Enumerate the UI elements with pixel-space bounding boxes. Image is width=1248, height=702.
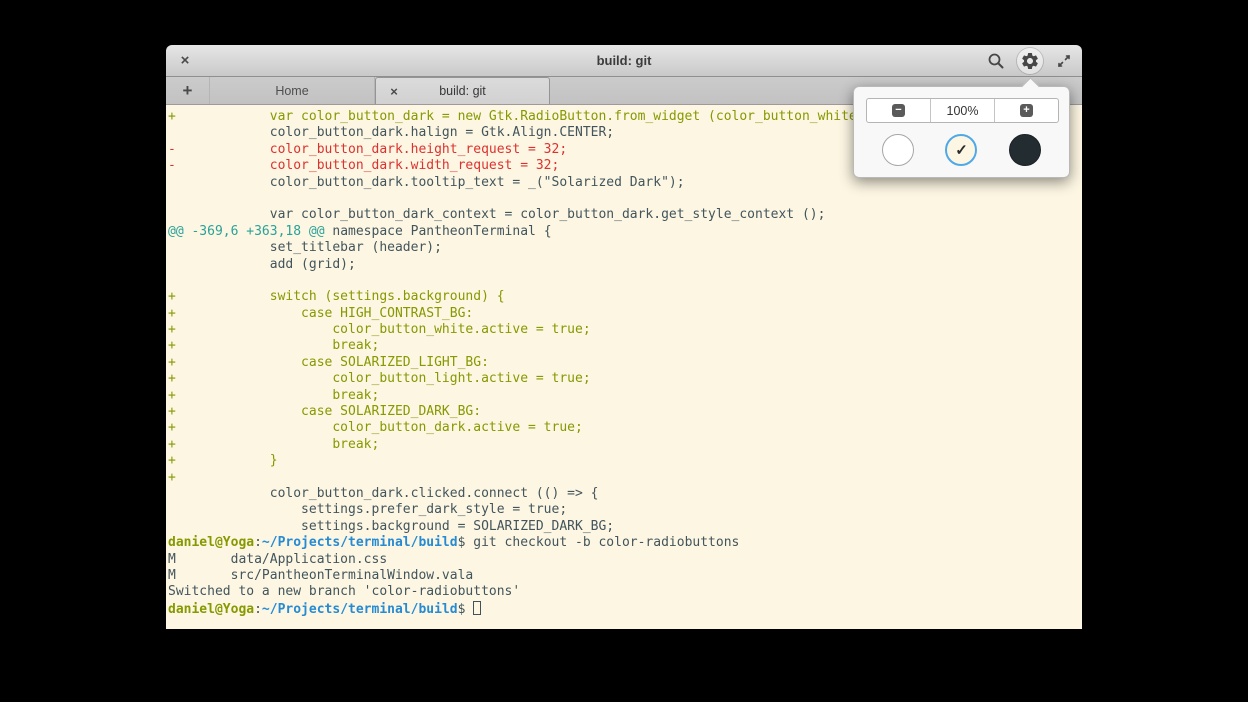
terminal-line: Switched to a new branch 'color-radiobut…	[168, 584, 1082, 600]
zoom-level-value: 100%	[947, 104, 979, 118]
theme-white-button[interactable]	[882, 134, 914, 166]
zoom-control: − 100% +	[866, 98, 1059, 123]
terminal-line: +	[168, 470, 1082, 486]
terminal-line: + case SOLARIZED_LIGHT_BG:	[168, 355, 1082, 371]
desktop-background: × build: git	[0, 0, 1248, 702]
terminal-line	[168, 273, 1082, 289]
theme-dark-button[interactable]	[1009, 134, 1041, 166]
terminal-line: + switch (settings.background) {	[168, 289, 1082, 305]
tab-close-button[interactable]: ×	[385, 78, 403, 104]
terminal-line	[168, 191, 1082, 207]
tab-build-git-label: build: git	[439, 84, 486, 98]
tab-build-git[interactable]: × build: git	[375, 77, 550, 104]
terminal-line: + break;	[168, 338, 1082, 354]
terminal-line: daniel@Yoga:~/Projects/terminal/build$	[168, 601, 1082, 617]
plus-icon: +	[1020, 104, 1033, 117]
zoom-level-button[interactable]: 100%	[930, 99, 994, 122]
terminal-line: + }	[168, 453, 1082, 469]
theme-options: ✓	[866, 134, 1057, 166]
terminal-line: daniel@Yoga:~/Projects/terminal/build$ g…	[168, 535, 1082, 551]
terminal-line: + color_button_white.active = true;	[168, 322, 1082, 338]
tab-home[interactable]: Home	[210, 77, 375, 104]
tab-home-label: Home	[275, 84, 308, 98]
terminal-line: + color_button_dark.active = true;	[168, 420, 1082, 436]
zoom-out-button[interactable]: −	[867, 99, 930, 122]
minus-icon: −	[892, 104, 905, 117]
window-title: build: git	[166, 45, 1082, 77]
terminal-line: settings.background = SOLARIZED_DARK_BG;	[168, 519, 1082, 535]
terminal-line: + break;	[168, 437, 1082, 453]
terminal-line: + color_button_light.active = true;	[168, 371, 1082, 387]
terminal-line: @@ -369,6 +363,18 @@ namespace PantheonT…	[168, 224, 1082, 240]
theme-light-button[interactable]: ✓	[945, 134, 977, 166]
new-tab-button[interactable]: +	[166, 77, 210, 104]
terminal-line: + break;	[168, 388, 1082, 404]
check-icon: ✓	[955, 141, 968, 159]
zoom-in-button[interactable]: +	[994, 99, 1058, 122]
titlebar: × build: git	[166, 45, 1082, 77]
terminal-line: settings.prefer_dark_style = true;	[168, 502, 1082, 518]
settings-popover: − 100% + ✓	[853, 86, 1070, 178]
terminal-cursor	[473, 601, 481, 615]
titlebar-icons	[984, 49, 1076, 73]
search-icon	[987, 52, 1005, 70]
terminal-output[interactable]: + var color_button_dark = new Gtk.RadioB…	[166, 105, 1082, 629]
settings-button[interactable]	[1018, 49, 1042, 73]
terminal-line: var color_button_dark_context = color_bu…	[168, 207, 1082, 223]
terminal-line: + case HIGH_CONTRAST_BG:	[168, 306, 1082, 322]
terminal-line: M src/PantheonTerminalWindow.vala	[168, 568, 1082, 584]
expand-icon	[1056, 53, 1072, 69]
fullscreen-button[interactable]	[1052, 49, 1076, 73]
terminal-line: add (grid);	[168, 257, 1082, 273]
terminal-line: set_titlebar (header);	[168, 240, 1082, 256]
terminal-line: + case SOLARIZED_DARK_BG:	[168, 404, 1082, 420]
terminal-line: M data/Application.css	[168, 552, 1082, 568]
gear-icon	[1020, 51, 1040, 71]
terminal-line: color_button_dark.clicked.connect (() =>…	[168, 486, 1082, 502]
search-button[interactable]	[984, 49, 1008, 73]
